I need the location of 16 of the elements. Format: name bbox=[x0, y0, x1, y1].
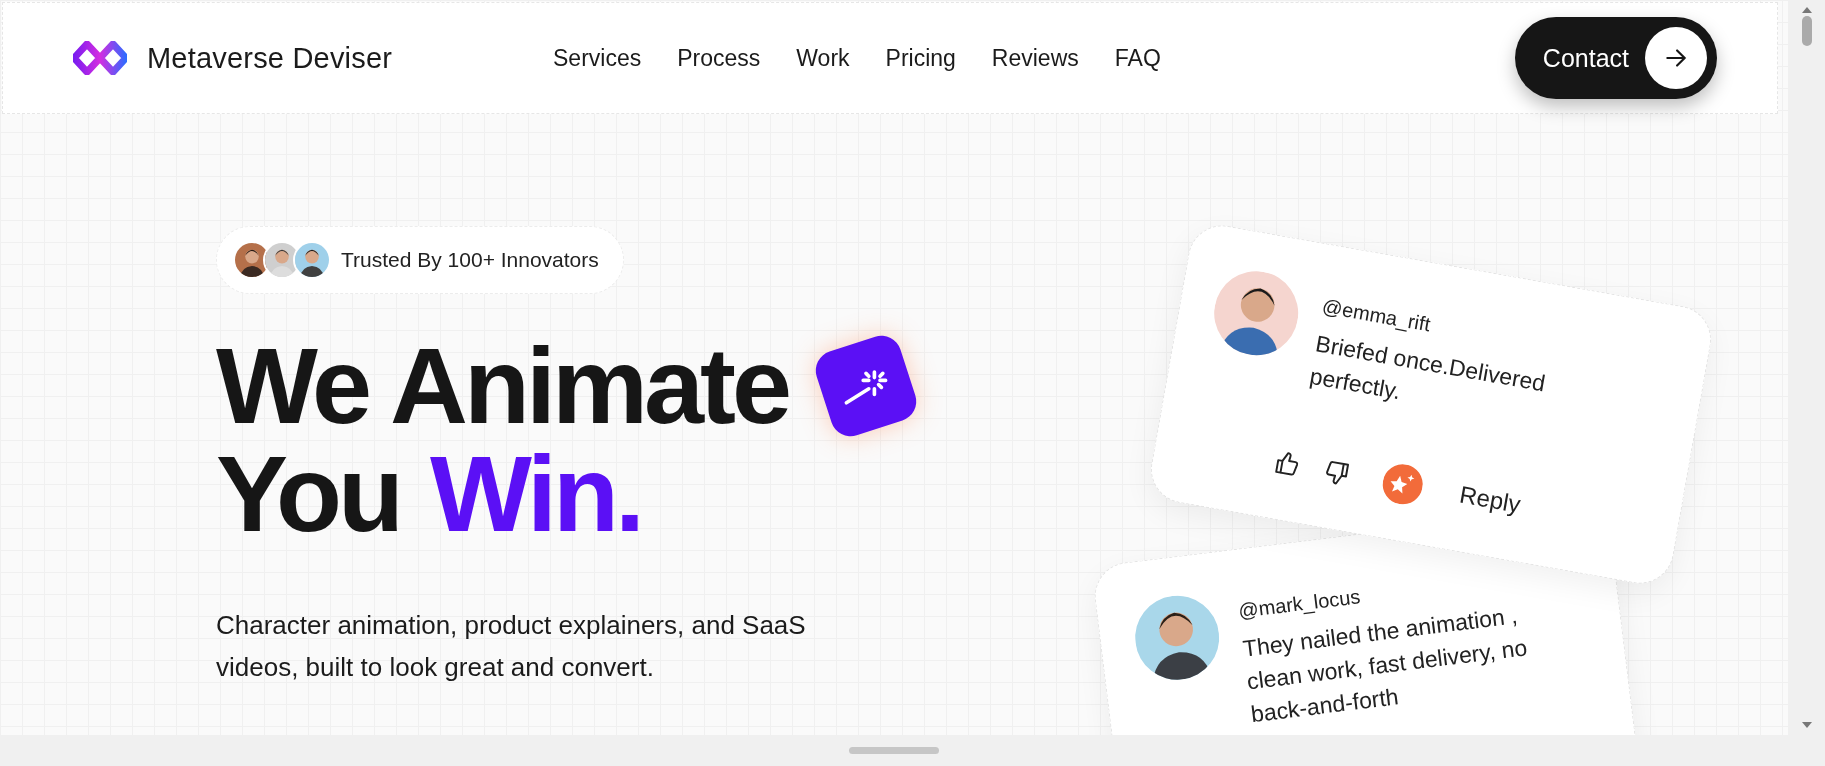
user-handle: @mark_locus bbox=[1237, 584, 1363, 623]
nav-link[interactable]: FAQ bbox=[1114, 44, 1161, 72]
nav-link[interactable]: Process bbox=[677, 44, 761, 72]
reply-link[interactable]: Reply bbox=[1457, 480, 1523, 519]
nav-link[interactable]: Services bbox=[553, 44, 642, 72]
nav-link[interactable]: Work bbox=[796, 44, 850, 72]
hero-subtitle: Character animation, product explainers, and SaaS videos, built to look great and convert. bbox=[216, 609, 807, 684]
headline-accent: Win. bbox=[429, 440, 641, 548]
contact-button[interactable]: Contact bbox=[1514, 17, 1717, 99]
badge-text: Trusted By 100+ Innovators bbox=[341, 248, 599, 272]
user-handle: @emma_rift bbox=[1320, 294, 1433, 336]
nav-link[interactable]: Pricing bbox=[885, 44, 956, 72]
headline: We Animate bbox=[216, 332, 789, 440]
nav-link[interactable]: Reviews bbox=[991, 44, 1079, 72]
headline: You bbox=[216, 440, 400, 548]
logo-text[interactable]: Metaverse Deviser bbox=[147, 41, 393, 75]
